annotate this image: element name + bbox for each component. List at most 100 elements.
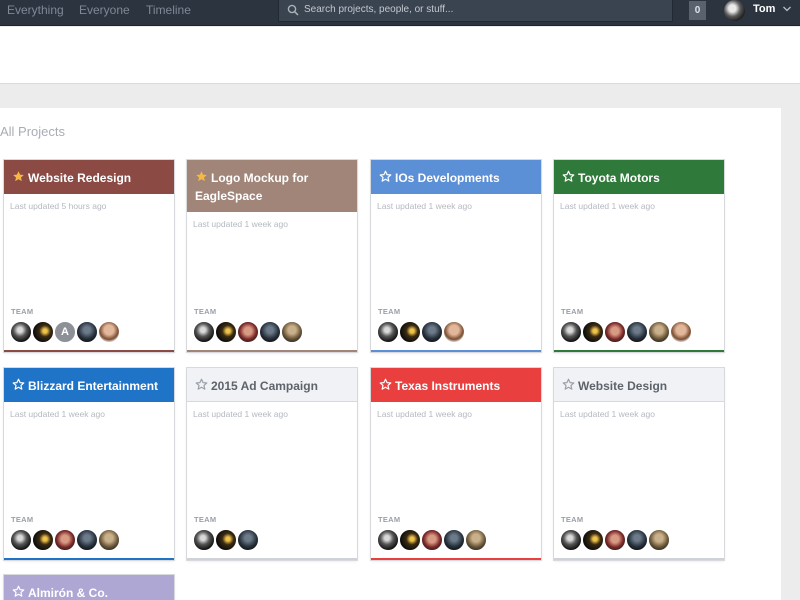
project-card[interactable]: 2015 Ad Campaign Last updated 1 week ago T… (187, 368, 357, 560)
team-member-avatar[interactable] (10, 321, 32, 343)
project-title[interactable]: Texas Instruments (395, 379, 500, 393)
team-member-avatar[interactable] (76, 321, 98, 343)
star-outline-icon[interactable] (379, 378, 392, 391)
chevron-down-icon[interactable] (782, 4, 792, 14)
team-label: TEAM (561, 307, 584, 316)
team-member-avatar[interactable] (193, 321, 215, 343)
project-card[interactable]: Blizzard Entertainment Last updated 1 wee… (4, 368, 174, 560)
team-member-avatar[interactable] (465, 529, 487, 551)
team-member-avatar[interactable] (215, 321, 237, 343)
team-member-avatar[interactable] (10, 529, 32, 551)
team-member-avatar[interactable] (259, 321, 281, 343)
team-label: TEAM (378, 515, 401, 524)
team-member-avatar[interactable] (377, 529, 399, 551)
project-card-header[interactable]: Texas Instruments (371, 368, 541, 402)
team-member-avatar[interactable]: A (54, 321, 76, 343)
team-member-avatar[interactable] (582, 321, 604, 343)
team-member-avatar[interactable] (443, 321, 465, 343)
project-title[interactable]: Website Design (578, 379, 667, 393)
project-title[interactable]: IOs Developments (395, 171, 500, 185)
team-member-avatar[interactable] (443, 529, 465, 551)
team-member-avatar[interactable] (98, 529, 120, 551)
project-title[interactable]: 2015 Ad Campaign (211, 379, 318, 393)
star-filled-icon[interactable] (12, 170, 25, 183)
star-outline-icon[interactable] (12, 378, 25, 391)
team-member-avatar[interactable] (215, 529, 237, 551)
last-updated-text: Last updated 1 week ago (560, 201, 655, 211)
project-card[interactable]: Almirón & Co. (4, 575, 174, 600)
star-outline-icon[interactable] (562, 170, 575, 183)
page-title: All Projects (0, 124, 66, 139)
project-title[interactable]: Blizzard Entertainment (28, 379, 158, 393)
project-card-header[interactable]: Blizzard Entertainment (4, 368, 174, 402)
star-outline-icon[interactable] (379, 170, 392, 183)
team-member-avatar[interactable] (193, 529, 215, 551)
team-member-avatar[interactable] (421, 529, 443, 551)
team-label: TEAM (194, 307, 217, 316)
team-member-avatar[interactable] (32, 321, 54, 343)
star-outline-icon[interactable] (12, 585, 25, 598)
last-updated-text: Last updated 5 hours ago (10, 201, 107, 211)
team-member-avatar[interactable] (98, 321, 120, 343)
user-avatar[interactable] (724, 0, 745, 21)
project-card-header[interactable]: Website Design (554, 368, 724, 402)
user-name[interactable]: Tom (753, 3, 775, 15)
team-member-avatar[interactable] (237, 529, 259, 551)
project-title[interactable]: Toyota Motors (578, 171, 660, 185)
last-updated-text: Last updated 1 week ago (377, 409, 472, 419)
card-accent-line (4, 350, 174, 352)
team-member-avatar[interactable] (648, 529, 670, 551)
team-member-avatar[interactable] (582, 529, 604, 551)
team-member-avatar[interactable] (54, 529, 76, 551)
project-card-header[interactable]: Website Redesign (4, 160, 174, 194)
project-title[interactable]: Website Redesign (28, 171, 131, 185)
project-card[interactable]: Toyota Motors Last updated 1 week ago TEAM (554, 160, 724, 352)
team-member-avatar[interactable] (281, 321, 303, 343)
star-outline-icon[interactable] (562, 378, 575, 391)
project-card[interactable]: Logo Mockup for EagleSpace Last updated 1… (187, 160, 357, 352)
project-title[interactable]: Almirón & Co. (28, 586, 108, 600)
team-member-avatar[interactable] (670, 321, 692, 343)
card-accent-line (187, 350, 357, 352)
team-member-avatar[interactable] (626, 529, 648, 551)
last-updated-text: Last updated 1 week ago (193, 409, 288, 419)
project-card[interactable]: IOs Developments Last updated 1 week ago T… (371, 160, 541, 352)
project-card-header[interactable]: Almirón & Co. (4, 575, 174, 600)
search-input[interactable]: Search projects, people, or stuff... (278, 0, 673, 22)
card-accent-line (187, 558, 357, 560)
team-member-avatar[interactable] (377, 321, 399, 343)
team-member-avatar[interactable] (604, 321, 626, 343)
team-member-avatar[interactable] (32, 529, 54, 551)
project-card[interactable]: Website Redesign Last updated 5 hours ago… (4, 160, 174, 352)
project-card-header[interactable]: 2015 Ad Campaign (187, 368, 357, 402)
team-label: TEAM (378, 307, 401, 316)
card-accent-line (554, 350, 724, 352)
last-updated-text: Last updated 1 week ago (10, 409, 105, 419)
notification-count-badge[interactable]: 0 (689, 1, 706, 20)
team-member-avatar[interactable] (399, 529, 421, 551)
team-member-avatar[interactable] (237, 321, 259, 343)
team-member-avatar[interactable] (560, 529, 582, 551)
team-member-avatar[interactable] (604, 529, 626, 551)
project-card-header[interactable]: Logo Mockup for EagleSpace (187, 160, 357, 212)
team-member-avatar[interactable] (399, 321, 421, 343)
team-member-avatar[interactable] (648, 321, 670, 343)
project-card-header[interactable]: IOs Developments (371, 160, 541, 194)
card-accent-line (4, 558, 174, 560)
team-member-avatar[interactable] (626, 321, 648, 343)
team-member-avatar[interactable] (76, 529, 98, 551)
project-card[interactable]: Texas Instruments Last updated 1 week ago… (371, 368, 541, 560)
project-card-header[interactable]: Toyota Motors (554, 160, 724, 194)
project-title[interactable]: Logo Mockup for EagleSpace (195, 171, 308, 203)
nav-everything-link[interactable]: Everything (7, 3, 64, 17)
page-header-strip (0, 27, 800, 84)
project-card[interactable]: Website Design Last updated 1 week ago TEA… (554, 368, 724, 560)
nav-timeline-link[interactable]: Timeline (146, 3, 191, 17)
star-filled-icon[interactable] (195, 170, 208, 183)
team-member-avatar[interactable] (560, 321, 582, 343)
nav-everyone-link[interactable]: Everyone (79, 3, 130, 17)
star-outline-icon[interactable] (195, 378, 208, 391)
team-member-avatar[interactable] (421, 321, 443, 343)
team-label: TEAM (11, 307, 34, 316)
last-updated-text: Last updated 1 week ago (560, 409, 655, 419)
